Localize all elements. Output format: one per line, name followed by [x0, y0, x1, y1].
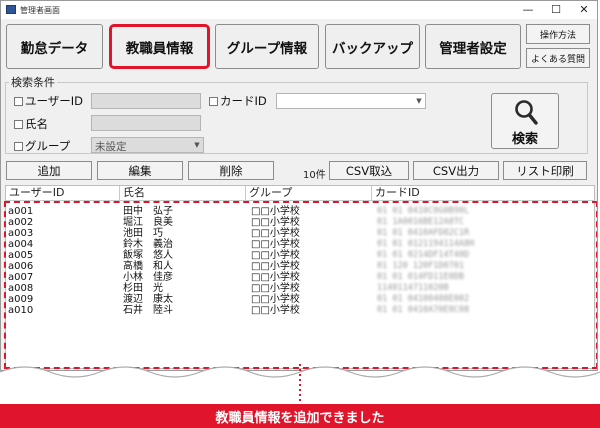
search-icon — [515, 100, 538, 125]
title-bar: 管理者画面 — ☐ ✕ — [1, 1, 597, 19]
cell-group: □□小学校 — [251, 250, 300, 261]
column-header-name[interactable]: 氏名 — [120, 186, 246, 200]
table-row[interactable]: a003 池田 巧 □□小学校 01 01 0410AFD82C1R — [6, 228, 594, 239]
card-id-checkbox[interactable] — [209, 97, 218, 106]
cell-group: □□小学校 — [251, 206, 300, 217]
cell-name: 渡辺 康太 — [123, 294, 173, 305]
table-row[interactable]: a008 杉田 光 □□小学校 1140114711020B — [6, 283, 594, 294]
window-title: 管理者画面 — [20, 6, 60, 15]
search-button-label: 検索 — [511, 132, 538, 147]
cell-card-id: 01 01 0410C0G0B90L — [377, 206, 470, 216]
table-row[interactable]: a002 堀江 良美 □□小学校 01 1A0016BE12A8TC — [6, 217, 594, 228]
cell-user-id: a003 — [8, 228, 34, 239]
cell-user-id: a010 — [8, 305, 34, 316]
cell-name: 田中 弘子 — [123, 206, 173, 217]
card-id-label: カードID — [220, 94, 267, 108]
cell-card-id: 01 01 014FD11E0DB — [377, 272, 464, 282]
cell-name: 杉田 光 — [123, 283, 163, 294]
search-button[interactable]: 検索 — [491, 93, 559, 149]
cell-name: 飯塚 悠人 — [123, 250, 173, 261]
cell-group: □□小学校 — [251, 294, 300, 305]
cell-user-id: a002 — [8, 217, 34, 228]
cell-user-id: a009 — [8, 294, 34, 305]
name-input[interactable] — [91, 115, 201, 131]
group-dropdown[interactable]: 未設定 ▼ — [91, 137, 204, 153]
column-header-group[interactable]: グループ — [246, 186, 372, 200]
app-icon — [6, 5, 16, 14]
table-row[interactable]: a001 田中 弘子 □□小学校 01 01 0410C0G0B90L — [6, 206, 594, 217]
print-list-button[interactable]: リスト印刷 — [503, 161, 587, 180]
header-divider — [6, 200, 594, 201]
manual-button[interactable]: 操作方法 — [526, 24, 590, 44]
cell-card-id: 01 120 120F1D0701 — [377, 261, 464, 271]
cell-card-id: 01 01 0214DF14T40D — [377, 250, 470, 260]
table-row[interactable]: a010 石井 陸斗 □□小学校 01 01 0410A70E8C08 — [6, 305, 594, 316]
tab-attendance-data[interactable]: 勤怠データ — [6, 24, 103, 69]
cell-user-id: a008 — [8, 283, 34, 294]
cell-group: □□小学校 — [251, 217, 300, 228]
close-button[interactable]: ✕ — [573, 2, 595, 18]
cell-card-id: 01 01 0121194114A8H — [377, 239, 475, 249]
user-id-label: ユーザーID — [25, 94, 84, 108]
group-label: グループ — [25, 139, 71, 153]
minimize-button[interactable]: — — [517, 2, 539, 18]
name-label: 氏名 — [25, 117, 48, 131]
tab-staff-info[interactable]: 教職員情報 — [109, 24, 210, 69]
column-header-user-id[interactable]: ユーザーID — [6, 186, 120, 200]
search-group-title: 検索条件 — [9, 74, 57, 90]
card-id-dropdown[interactable]: ▼ — [276, 93, 426, 109]
table-row[interactable]: a007 小林 佳彦 □□小学校 01 01 014FD11E0DB — [6, 272, 594, 283]
table-row[interactable]: a009 渡辺 康太 □□小学校 01 01 04100408E002 — [6, 294, 594, 305]
cell-name: 池田 巧 — [123, 228, 163, 239]
edit-button[interactable]: 編集 — [97, 161, 183, 180]
success-banner: 教職員情報を追加できました — [0, 404, 600, 428]
tab-group-info[interactable]: グループ情報 — [215, 24, 319, 69]
cell-user-id: a007 — [8, 272, 34, 283]
add-button[interactable]: 追加 — [6, 161, 92, 180]
cell-group: □□小学校 — [251, 305, 300, 316]
cell-group: □□小学校 — [251, 283, 300, 294]
group-dropdown-value: 未設定 — [95, 141, 127, 153]
cell-group: □□小学校 — [251, 239, 300, 250]
cell-user-id: a006 — [8, 261, 34, 272]
cell-card-id: 01 01 0410AFD82C1R — [377, 228, 470, 238]
cell-name: 小林 佳彦 — [123, 272, 173, 283]
tab-backup[interactable]: バックアップ — [325, 24, 420, 69]
cell-name: 高橋 和人 — [123, 261, 173, 272]
cell-card-id: 01 1A0016BE12A8TC — [377, 217, 464, 227]
tab-admin-settings[interactable]: 管理者設定 — [425, 24, 521, 69]
user-id-checkbox[interactable] — [14, 97, 23, 106]
column-header-card-id[interactable]: カードID — [372, 186, 594, 200]
cell-card-id: 01 01 0410A70E8C08 — [377, 305, 470, 315]
torn-edge-decoration — [0, 364, 600, 406]
cell-user-id: a005 — [8, 250, 34, 261]
result-count: 10件 — [303, 170, 326, 181]
csv-import-button[interactable]: CSV取込 — [329, 161, 409, 180]
cell-card-id: 01 01 04100408E002 — [377, 294, 470, 304]
chevron-down-icon: ▼ — [416, 97, 422, 105]
chevron-down-icon: ▼ — [194, 141, 200, 149]
cell-name: 石井 陸斗 — [123, 305, 173, 316]
cell-user-id: a001 — [8, 206, 34, 217]
table-row[interactable]: a005 飯塚 悠人 □□小学校 01 01 0214DF14T40D — [6, 250, 594, 261]
cell-name: 鈴木 義治 — [123, 239, 173, 250]
cell-card-id: 1140114711020B — [377, 283, 449, 293]
group-checkbox[interactable] — [14, 142, 23, 151]
cell-group: □□小学校 — [251, 261, 300, 272]
app-window: 管理者画面 — ☐ ✕ 勤怠データ 教職員情報 グループ情報 バックアップ 管理… — [0, 0, 598, 371]
cell-name: 堀江 良美 — [123, 217, 173, 228]
csv-export-button[interactable]: CSV出力 — [413, 161, 499, 180]
table-row[interactable]: a006 高橋 和人 □□小学校 01 120 120F1D0701 — [6, 261, 594, 272]
user-id-input[interactable] — [91, 93, 201, 109]
maximize-button[interactable]: ☐ — [545, 2, 567, 18]
cell-group: □□小学校 — [251, 272, 300, 283]
delete-button[interactable]: 削除 — [188, 161, 274, 180]
staff-table: ユーザーID 氏名 グループ カードID a001 田中 弘子 □□小学校 01… — [5, 185, 595, 369]
faq-button[interactable]: よくある質問 — [526, 48, 590, 68]
cell-group: □□小学校 — [251, 228, 300, 239]
cell-user-id: a004 — [8, 239, 34, 250]
name-checkbox[interactable] — [14, 120, 23, 129]
table-row[interactable]: a004 鈴木 義治 □□小学校 01 01 0121194114A8H — [6, 239, 594, 250]
